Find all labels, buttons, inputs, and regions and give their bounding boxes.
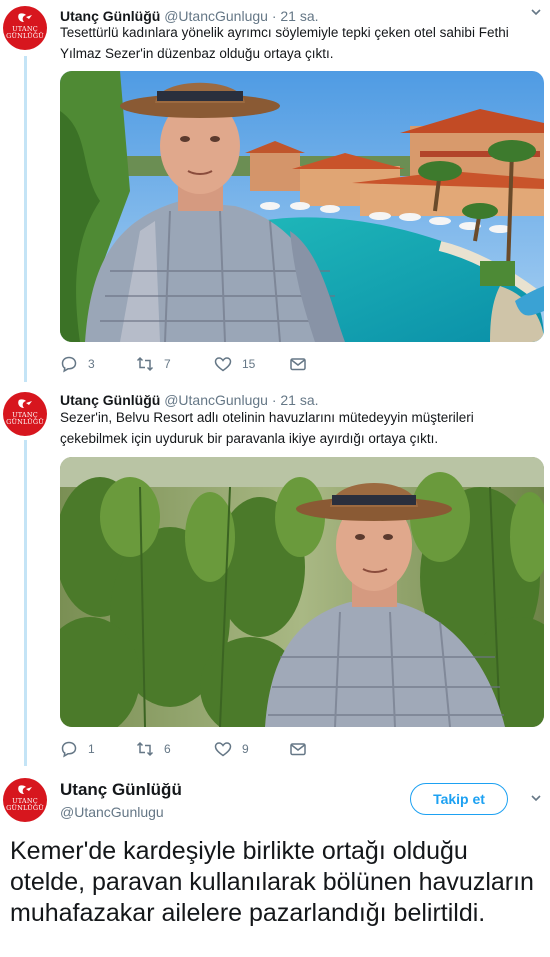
reply-count: 3 [88, 357, 95, 371]
account-name[interactable]: Utanç Günlüğü [60, 780, 182, 800]
retweet-button[interactable]: 6 [136, 740, 171, 758]
dm-icon [290, 358, 306, 371]
like-button[interactable]: 15 [214, 355, 255, 373]
tweet-text: Sezer'in, Belvu Resort adlı otelinin hav… [60, 410, 474, 446]
retweet-button[interactable]: 7 [136, 355, 171, 373]
reply-icon [61, 741, 77, 758]
retweet-icon [136, 741, 154, 757]
separator-dot: · [271, 392, 277, 408]
tweet-actions: 1 6 9 [60, 740, 360, 760]
chevron-down-icon[interactable] [530, 6, 542, 18]
tweet-photo[interactable] [60, 71, 544, 342]
author-name[interactable]: Utanç Günlüğü [60, 392, 160, 408]
news-caption: Kemer'de kardeşiyle birlikte ortağı oldu… [10, 837, 534, 927]
greenhouse-photo [60, 457, 544, 727]
logo-text: UTANÇ GÜNLÜĞÜ [6, 797, 44, 812]
like-button[interactable]: 9 [214, 740, 249, 758]
retweet-icon [136, 356, 154, 372]
like-count: 9 [242, 742, 249, 756]
avatar[interactable]: UTANÇ GÜNLÜĞÜ [3, 6, 47, 50]
tweet-photo[interactable] [60, 457, 544, 727]
account-handle[interactable]: @UtancGunlugu [60, 804, 164, 820]
timestamp[interactable]: 21 sa. [280, 392, 318, 408]
logo-text: UTANÇ GÜNLÜĞÜ [6, 25, 44, 40]
like-icon [214, 357, 232, 372]
dm-icon [290, 743, 306, 756]
reply-button[interactable]: 1 [60, 740, 95, 758]
tweet-text: Tesettürlü kadınlara yönelik ayrımcı söy… [60, 25, 509, 61]
avatar[interactable]: UTANÇ GÜNLÜĞÜ [3, 392, 47, 436]
like-count: 15 [242, 357, 256, 371]
reply-icon [61, 356, 77, 373]
like-icon [214, 742, 232, 757]
retweet-count: 7 [164, 357, 171, 371]
thread-line [24, 56, 27, 382]
dm-button[interactable] [289, 740, 307, 758]
reply-count: 1 [88, 742, 95, 756]
tweet-header: Utanç Günlüğü @UtancGunlugu · 21 sa. [60, 392, 319, 408]
logo-icon [18, 785, 32, 794]
resort-photo [60, 71, 544, 342]
avatar[interactable]: UTANÇ GÜNLÜĞÜ [3, 778, 47, 822]
dm-button[interactable] [289, 355, 307, 373]
follow-button[interactable]: Takip et [410, 783, 508, 815]
account-card: UTANÇ GÜNLÜĞÜ Utanç Günlüğü @UtancGunlugu… [0, 770, 550, 830]
reply-button[interactable]: 3 [60, 355, 95, 373]
tweet-actions: 3 7 15 [60, 355, 360, 375]
chevron-down-icon[interactable] [530, 792, 542, 804]
logo-icon [18, 399, 32, 408]
logo-icon [18, 13, 32, 22]
retweet-count: 6 [164, 742, 171, 756]
thread-line [24, 440, 27, 766]
author-handle[interactable]: @UtancGunlugu [164, 392, 268, 408]
logo-text: UTANÇ GÜNLÜĞÜ [6, 411, 44, 426]
